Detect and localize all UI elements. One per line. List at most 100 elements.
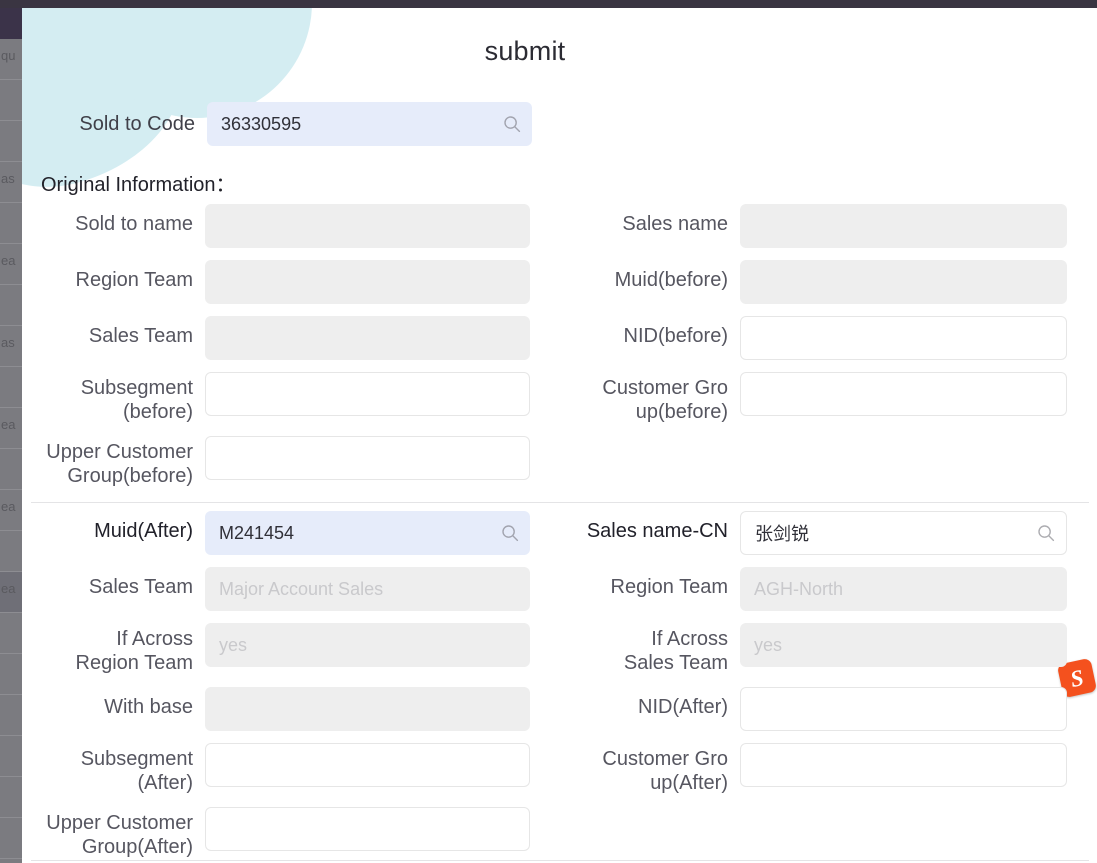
field-label: Region Team bbox=[610, 576, 728, 598]
section-divider-bottom bbox=[31, 860, 1089, 861]
field-input[interactable] bbox=[740, 260, 1067, 304]
form-cell: Sales Team bbox=[22, 316, 550, 360]
browser-top-bar bbox=[0, 0, 1097, 8]
form-cell: Upper Customer Group(After) bbox=[22, 807, 550, 859]
form-cell: If Across Sales Team yes bbox=[550, 623, 1090, 675]
form-cell: Customer Gro up(After) bbox=[550, 743, 1090, 795]
field-input[interactable] bbox=[740, 687, 1067, 731]
field-label: Sales Team bbox=[88, 325, 193, 347]
page-title: submit bbox=[484, 36, 566, 66]
field-input[interactable]: yes bbox=[740, 623, 1067, 667]
form-row: Upper Customer Group(before) bbox=[22, 436, 1097, 488]
form-cell: Sales name bbox=[550, 204, 1090, 248]
search-icon[interactable] bbox=[503, 115, 521, 133]
form-row: Subsegment (After) Customer Gro up(After) bbox=[22, 743, 1097, 795]
field-input[interactable]: Major Account Sales bbox=[205, 567, 530, 611]
field-input[interactable] bbox=[205, 743, 530, 787]
backdrop-row-text: as bbox=[1, 335, 15, 350]
form-row: Sold to name Sales name bbox=[22, 204, 1097, 248]
field-label: Subsegment (before) bbox=[80, 377, 193, 423]
field-input[interactable]: M241454 bbox=[205, 511, 530, 555]
section-divider-top bbox=[31, 502, 1089, 503]
field-label: NID(before) bbox=[623, 325, 728, 347]
field-input[interactable] bbox=[205, 687, 530, 731]
backdrop-table-row: as bbox=[0, 162, 22, 203]
form-row: Sales Team Major Account Sales Region Team… bbox=[22, 567, 1097, 611]
form-row: Region Team Muid(before) bbox=[22, 260, 1097, 304]
field-input[interactable] bbox=[740, 204, 1067, 248]
backdrop-table-row bbox=[0, 285, 22, 326]
form-row: Upper Customer Group(After) bbox=[22, 807, 1097, 859]
backdrop-table-row bbox=[0, 449, 22, 490]
field-label: Muid(After) bbox=[94, 520, 193, 542]
backdrop-table-row: qu bbox=[0, 39, 22, 80]
search-icon[interactable] bbox=[1037, 524, 1055, 542]
field-value: M241454 bbox=[219, 522, 295, 543]
form-row: Subsegment (before) Customer Gro up(before) bbox=[22, 372, 1097, 424]
field-input[interactable] bbox=[205, 807, 530, 851]
backdrop-table-row bbox=[0, 531, 22, 572]
backdrop-row-text: ea bbox=[1, 581, 16, 596]
backdrop-table-row bbox=[0, 777, 22, 818]
field-input[interactable] bbox=[205, 260, 530, 304]
field-label: Sales name bbox=[622, 213, 728, 235]
form-cell: Sales name-CN 张剑锐 bbox=[550, 511, 1090, 555]
backdrop-table-row bbox=[0, 613, 22, 654]
field-label: Sold to name bbox=[75, 213, 193, 235]
sold-to-code-row: Sold to Code 36330595 bbox=[22, 102, 532, 146]
field-label: NID(After) bbox=[638, 696, 728, 718]
backdrop-table-row: ea bbox=[0, 244, 22, 285]
backdrop-table-row: ea bbox=[0, 572, 22, 613]
field-value: yes bbox=[754, 634, 783, 655]
field-label: If Across Sales Team bbox=[623, 628, 728, 674]
backdrop-table-row: ea bbox=[0, 408, 22, 449]
backdrop-header-bar bbox=[0, 8, 22, 39]
after-information-fields: Muid(After) M241454 Sales name-CN 张剑锐 Sales … bbox=[22, 511, 1097, 863]
field-input[interactable]: yes bbox=[205, 623, 530, 667]
field-label: Customer Gro up(before) bbox=[602, 377, 728, 423]
modal-backdrop-table: qu as ea as ea ea ea bbox=[0, 8, 22, 863]
form-cell bbox=[550, 807, 1090, 859]
sold-to-code-input[interactable]: 36330595 bbox=[207, 102, 532, 146]
form-cell: Sales Team Major Account Sales bbox=[22, 567, 550, 611]
field-label: Muid(before) bbox=[614, 269, 728, 291]
field-input[interactable] bbox=[205, 372, 530, 416]
form-cell: Muid(After) M241454 bbox=[22, 511, 550, 555]
field-label: Upper Customer Group(before) bbox=[46, 441, 193, 487]
backdrop-table-row: ea bbox=[0, 490, 22, 531]
backdrop-row-text: as bbox=[1, 171, 15, 186]
field-input[interactable] bbox=[205, 436, 530, 480]
form-cell: Upper Customer Group(before) bbox=[22, 436, 550, 488]
form-row: Sales Team NID(before) bbox=[22, 316, 1097, 360]
form-cell: Region Team bbox=[22, 260, 550, 304]
backdrop-table-row bbox=[0, 203, 22, 244]
form-cell: Customer Gro up(before) bbox=[550, 372, 1090, 424]
backdrop-row-text: ea bbox=[1, 499, 16, 514]
form-row: With base NID(After) bbox=[22, 687, 1097, 731]
original-information-heading: Original Information： bbox=[41, 174, 236, 196]
form-cell: Region Team AGH-North bbox=[550, 567, 1090, 611]
backdrop-table-row bbox=[0, 121, 22, 162]
field-input[interactable]: AGH-North bbox=[740, 567, 1067, 611]
search-icon[interactable] bbox=[501, 524, 519, 542]
form-cell: With base bbox=[22, 687, 550, 731]
field-input[interactable] bbox=[740, 316, 1067, 360]
backdrop-table-row: as bbox=[0, 326, 22, 367]
field-input[interactable] bbox=[205, 316, 530, 360]
page-root: qu as ea as ea ea ea submit Sold to Code 36330… bbox=[0, 0, 1097, 863]
field-input[interactable] bbox=[740, 743, 1067, 787]
sold-to-code-label: Sold to Code bbox=[79, 112, 195, 135]
field-value: 张剑锐 bbox=[755, 524, 809, 544]
field-input[interactable] bbox=[740, 372, 1067, 416]
form-row: If Across Region Team yes If Across Sales Te… bbox=[22, 623, 1097, 675]
form-cell: Sold to name bbox=[22, 204, 550, 248]
backdrop-table-row bbox=[0, 654, 22, 695]
field-label: Subsegment (After) bbox=[80, 748, 193, 794]
backdrop-table-row bbox=[0, 80, 22, 121]
backdrop-row-text: ea bbox=[1, 417, 16, 432]
field-input[interactable] bbox=[205, 204, 530, 248]
field-input[interactable]: 张剑锐 bbox=[740, 511, 1067, 555]
backdrop-table-row bbox=[0, 818, 22, 859]
form-row: Muid(After) M241454 Sales name-CN 张剑锐 bbox=[22, 511, 1097, 555]
field-label: Customer Gro up(After) bbox=[602, 748, 728, 794]
